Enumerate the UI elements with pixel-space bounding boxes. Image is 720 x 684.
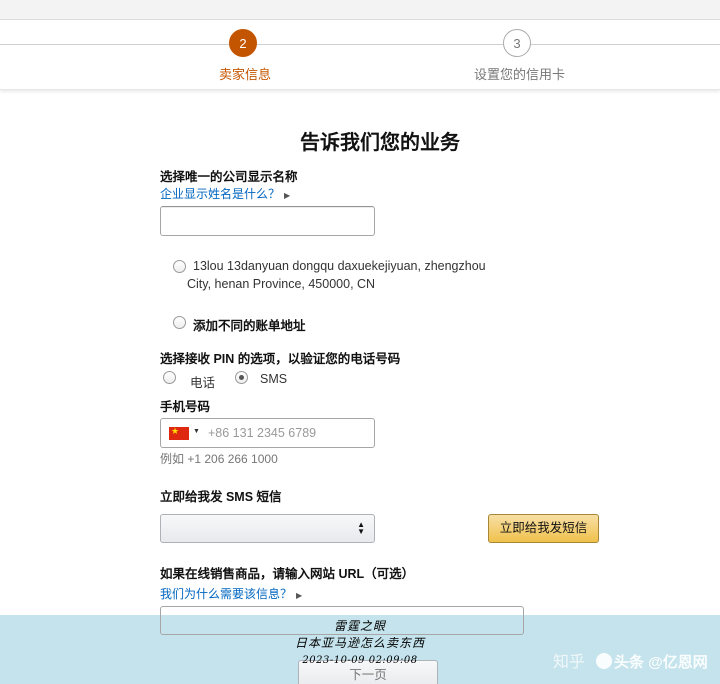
- brand-watermark: 头条 @亿恩网: [596, 651, 708, 672]
- watermark-line1: 雷霆之眼: [333, 619, 386, 633]
- company-name-help-link[interactable]: 企业显示姓名是什么？ ▶: [160, 185, 290, 202]
- address-option-line2: City, henan Province, 450000, CN: [187, 277, 376, 291]
- china-flag-icon[interactable]: ★: [169, 426, 189, 440]
- company-name-input[interactable]: [160, 206, 375, 236]
- address-option-line1: 13lou 13danyuan dongqu daxuekejiyuan, zh…: [193, 259, 486, 273]
- website-label: 如果在线销售商品，请输入网站 URL（可选）: [160, 567, 415, 581]
- browser-top-strip: [0, 0, 720, 20]
- brand-watermark-text: 头条 @亿恩网: [614, 654, 708, 671]
- step-2-label: 卖家信息: [219, 67, 272, 82]
- company-name-help-text[interactable]: 企业显示姓名是什么？: [160, 187, 280, 201]
- pin-method-label: 选择接收 PIN 的选项，以验证您的电话号码: [160, 352, 401, 366]
- company-name-label: 选择唯一的公司显示名称: [160, 170, 298, 184]
- add-billing-address-label: 添加不同的账单地址: [193, 319, 306, 333]
- progress-stepper: 2 卖家信息 3 设置您的信用卡: [0, 20, 720, 90]
- mobile-placeholder: +86 131 2345 6789: [208, 426, 317, 440]
- chevron-down-icon[interactable]: ▼: [193, 428, 200, 435]
- step-2-circle: 2: [229, 29, 257, 57]
- select-arrows-icon: ▲ ▼: [357, 520, 365, 536]
- send-sms-button[interactable]: 立即给我发短信: [488, 514, 599, 543]
- sms-label: 立即给我发 SMS 短信: [160, 490, 282, 504]
- website-help-text[interactable]: 我们为什么需要该信息？: [160, 587, 292, 601]
- step-3-label: 设置您的信用卡: [474, 67, 566, 82]
- pin-option-phone-label: 电话: [190, 376, 216, 390]
- pin-radio-sms[interactable]: [235, 371, 248, 384]
- caret-right-icon: ▶: [296, 591, 303, 600]
- brand-logo-icon: [596, 653, 612, 669]
- caret-right-icon: ▶: [284, 191, 291, 200]
- mobile-example: 例如 +1 206 266 1000: [160, 452, 278, 466]
- watermark-line2: 日本亚马逊怎么卖东西: [294, 636, 425, 650]
- zhihu-watermark: 知乎: [553, 654, 586, 671]
- stepper-line: [0, 44, 720, 45]
- mobile-label: 手机号码: [160, 400, 211, 414]
- pin-radio-phone[interactable]: [163, 371, 176, 384]
- website-help-link[interactable]: 我们为什么需要该信息？ ▶: [160, 585, 302, 602]
- mobile-number-field[interactable]: ★ ▼ +86 131 2345 6789: [160, 418, 375, 448]
- address-radio-existing[interactable]: [173, 260, 186, 273]
- sms-select[interactable]: ▲ ▼: [160, 514, 375, 543]
- pin-option-sms-label: SMS: [260, 372, 288, 386]
- page-title: 告诉我们您的业务: [300, 132, 460, 154]
- step-3-circle: 3: [503, 29, 531, 57]
- address-radio-new[interactable]: [173, 316, 186, 329]
